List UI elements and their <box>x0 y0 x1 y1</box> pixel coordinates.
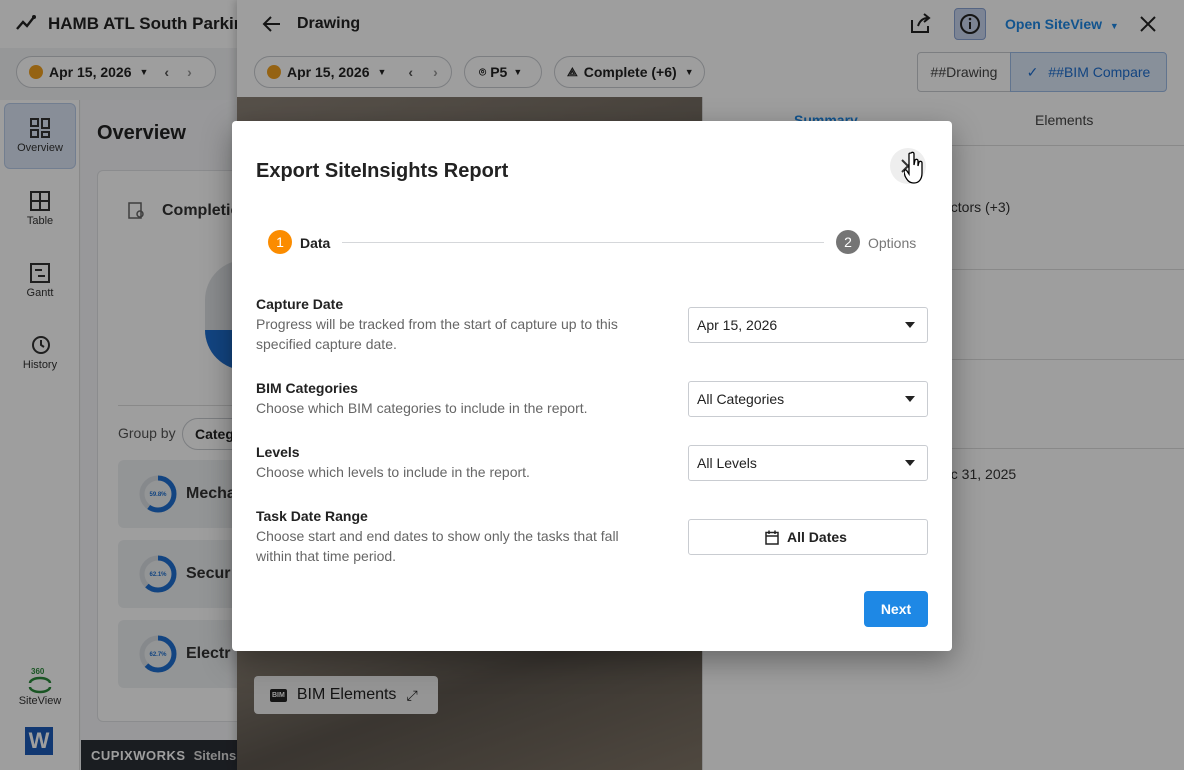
step-2-label: Options <box>868 235 917 251</box>
stepper-connector <box>342 242 824 243</box>
task-date-range-label: Task Date Range <box>256 508 368 524</box>
date-range-button[interactable]: All Dates <box>688 519 928 555</box>
levels-label: Levels <box>256 444 300 460</box>
description-line: Choose start and end dates to show only … <box>256 528 619 544</box>
task-date-range-description: Choose start and end dates to show only … <box>256 526 619 566</box>
bim-categories-label: BIM Categories <box>256 380 358 396</box>
capture-date-select[interactable]: Apr 15, 2026 <box>688 307 928 343</box>
description-line: within that time period. <box>256 548 397 564</box>
capture-date-description: Progress will be tracked from the start … <box>256 314 618 354</box>
levels-select[interactable]: All Levels <box>688 445 928 481</box>
description-line: Progress will be tracked from the start … <box>256 316 618 332</box>
bim-categories-select[interactable]: All Categories <box>688 381 928 417</box>
bim-categories-value: All Categories <box>697 391 785 407</box>
description-line: specified capture date. <box>256 336 397 352</box>
calendar-icon <box>765 530 779 545</box>
caret-down-icon <box>905 460 915 466</box>
next-button[interactable]: Next <box>864 591 928 627</box>
capture-date-label: Capture Date <box>256 296 344 312</box>
date-range-value: All Dates <box>787 529 847 545</box>
step-1-label: Data <box>300 235 331 251</box>
caret-down-icon <box>905 396 915 402</box>
bim-categories-description: Choose which BIM categories to include i… <box>256 400 588 416</box>
levels-value: All Levels <box>697 455 757 471</box>
export-report-dialog: Export SiteInsights Report 1 Data 2 Opti… <box>232 121 952 651</box>
dialog-title: Export SiteInsights Report <box>256 160 509 182</box>
hand-cursor-icon <box>904 151 924 185</box>
step-2-indicator: 2 <box>836 230 860 254</box>
step-1-indicator: 1 <box>268 230 292 254</box>
levels-description: Choose which levels to include in the re… <box>256 464 530 480</box>
capture-date-value: Apr 15, 2026 <box>697 317 778 333</box>
caret-down-icon <box>905 322 915 328</box>
